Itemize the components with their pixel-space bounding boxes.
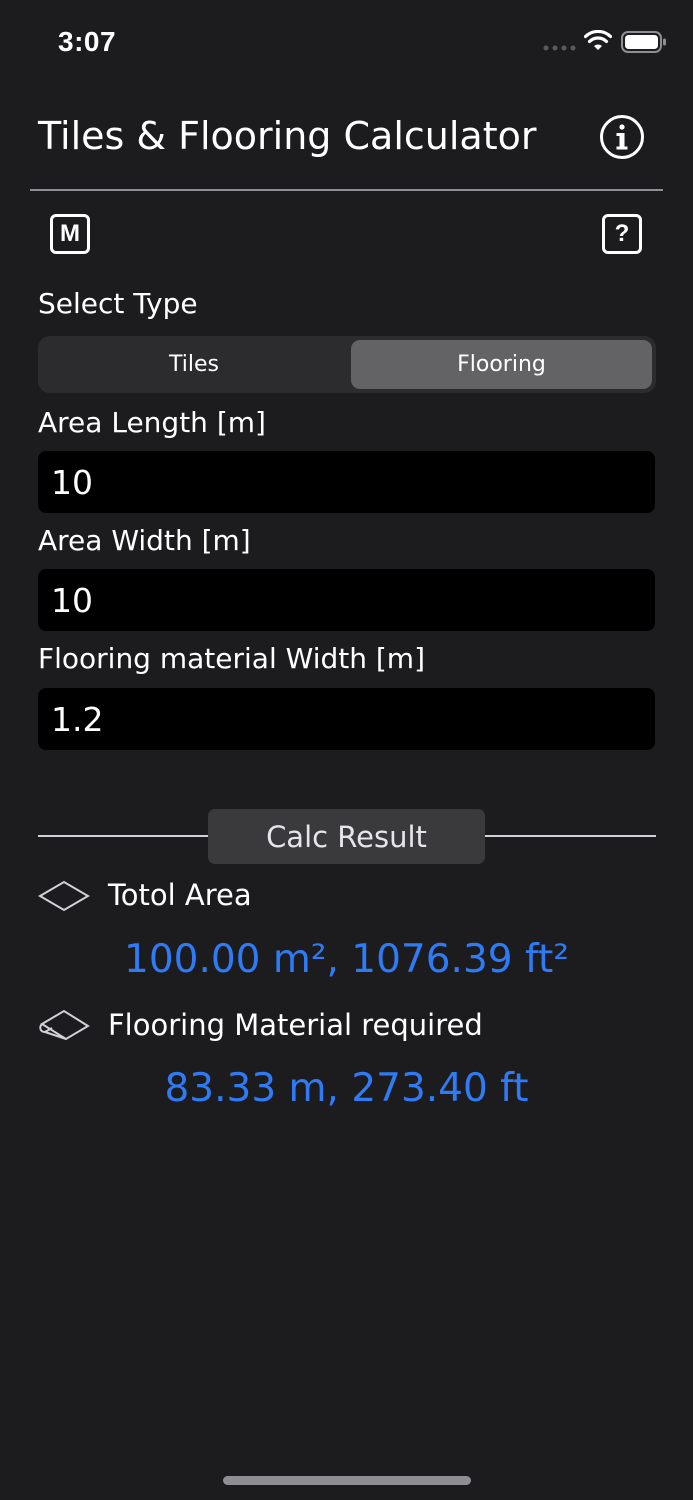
select-type-label: Select Type	[38, 287, 198, 320]
material-required-label: Flooring Material required	[108, 1008, 483, 1042]
calc-result-button[interactable]: Calc Result	[208, 809, 485, 864]
area-width-input[interactable]: 10	[38, 569, 655, 631]
info-icon[interactable]	[598, 113, 646, 161]
battery-icon	[621, 31, 666, 53]
flooring-roll-icon	[39, 1009, 90, 1041]
page-title: Tiles & Flooring Calculator	[38, 114, 537, 158]
m-button[interactable]: M	[50, 214, 90, 254]
total-area-value: 100.00 m², 1076.39 ft²	[124, 937, 569, 982]
wifi-icon	[584, 30, 612, 50]
result-divider-right	[485, 835, 656, 837]
area-length-label: Area Length [m]	[38, 406, 266, 439]
area-diamond-icon	[38, 880, 90, 912]
header-divider	[30, 189, 663, 191]
result-divider-left	[38, 835, 208, 837]
total-area-label: Totol Area	[108, 878, 252, 912]
segment-tiles[interactable]: Tiles	[42, 340, 346, 389]
segment-flooring[interactable]: Flooring	[351, 340, 652, 389]
material-required-value: 83.33 m, 273.40 ft	[164, 1066, 529, 1111]
home-indicator	[223, 1476, 471, 1485]
status-time: 3:07	[58, 26, 117, 57]
area-length-input[interactable]: 10	[38, 451, 655, 513]
m-icon: M	[60, 220, 80, 247]
material-width-input[interactable]: 1.2	[38, 688, 655, 750]
help-button[interactable]: ?	[602, 214, 642, 254]
type-segmented-control: Tiles Flooring	[38, 336, 656, 393]
question-mark-icon: ?	[614, 220, 630, 247]
material-width-label: Flooring material Width [m]	[38, 642, 425, 675]
area-width-label: Area Width [m]	[38, 524, 251, 557]
cellular-signal-icon	[543, 45, 576, 51]
